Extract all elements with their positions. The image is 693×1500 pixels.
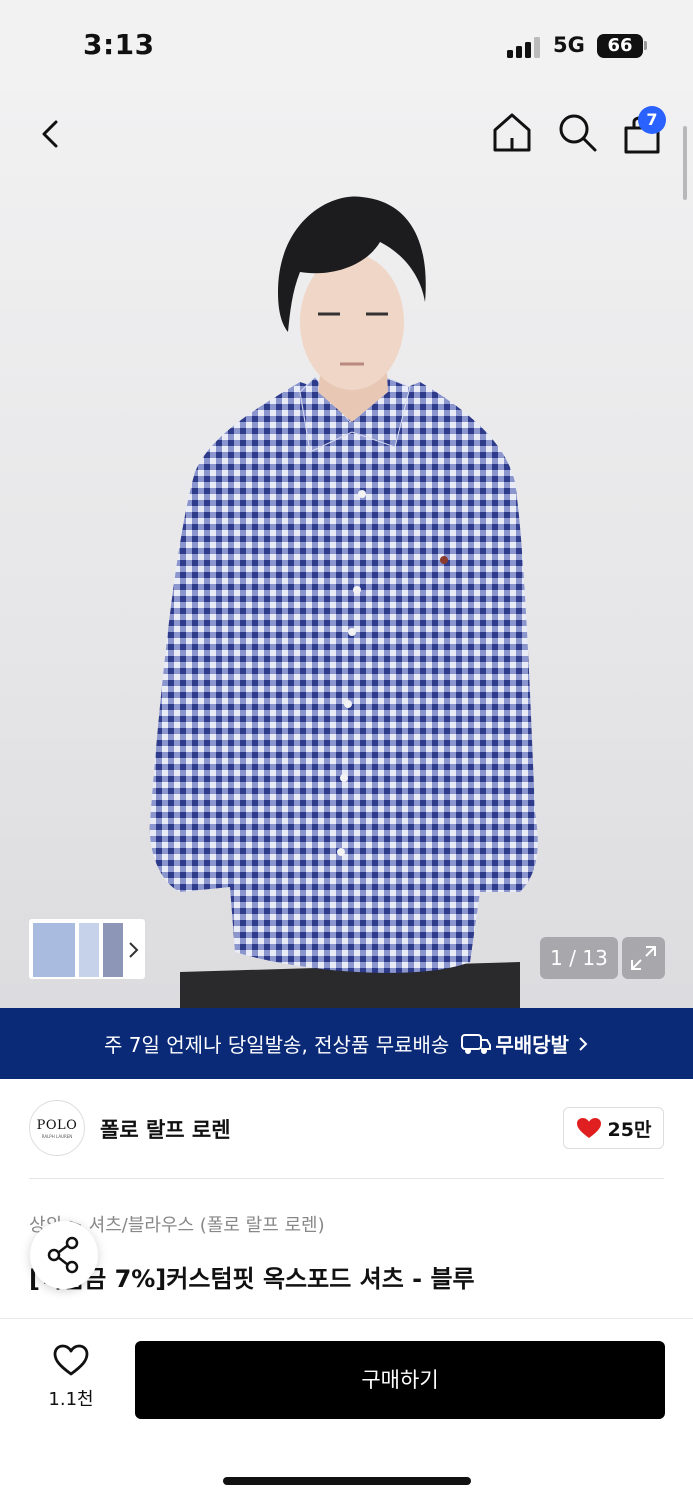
divider (29, 1178, 664, 1179)
back-icon[interactable] (32, 114, 72, 154)
battery-cap (644, 41, 647, 50)
thumbnail-2[interactable] (79, 923, 99, 977)
brand-logo-wordmark: POLO (36, 1118, 78, 1133)
share-icon (47, 1236, 79, 1274)
brand-name[interactable]: 폴로 랄프 로렌 (100, 1114, 231, 1144)
heart-filled-icon (576, 1118, 601, 1138)
brand-like-button[interactable]: 25만 (563, 1107, 664, 1149)
bottom-action-bar: 1.1천 구매하기 (0, 1318, 693, 1500)
product-photo (149, 196, 538, 1008)
thumbnail-1[interactable] (33, 923, 75, 977)
status-time: 3:13 (83, 28, 155, 61)
brand-logo[interactable]: POLO RALPH LAUREN (29, 1100, 85, 1156)
brand-logo-subtext: RALPH LAUREN (41, 1134, 73, 1139)
expand-icon (631, 946, 656, 970)
share-button[interactable] (30, 1221, 98, 1289)
search-icon[interactable] (555, 110, 599, 154)
delivery-truck-icon (461, 1033, 492, 1054)
cart-button[interactable]: 7 (618, 106, 668, 156)
chevron-right-icon (579, 1036, 588, 1051)
thumbnail-strip[interactable] (28, 918, 146, 980)
promo-text: 주 7일 언제나 당일발송, 전상품 무료배송 (104, 1033, 450, 1057)
battery-icon: 66 (597, 34, 643, 58)
heart-outline-icon (53, 1344, 89, 1376)
status-bar: 3:13 5G 66 (0, 0, 693, 92)
image-counter: 1 / 13 (540, 937, 618, 979)
wishlist-button[interactable]: 1.1천 (34, 1343, 108, 1411)
free-delivery-logo: 무배당발 (461, 1029, 569, 1058)
wishlist-count: 1.1천 (48, 1389, 94, 1410)
home-icon[interactable] (490, 110, 534, 154)
brand-row: POLO RALPH LAUREN 폴로 랄프 로렌 25만 (0, 1079, 693, 1179)
chevron-right-icon[interactable] (127, 940, 141, 960)
buy-button[interactable]: 구매하기 (135, 1341, 665, 1419)
network-label: 5G (553, 33, 585, 57)
scrollbar[interactable] (683, 126, 687, 200)
promo-logo-text: 무배당발 (495, 1033, 569, 1057)
thumbnail-3[interactable] (103, 923, 123, 977)
expand-button[interactable] (622, 937, 665, 979)
cart-count-badge: 7 (638, 106, 666, 134)
product-image-gallery[interactable]: 7 1 / 13 (0, 92, 693, 1008)
signal-icon (507, 36, 543, 58)
home-indicator[interactable] (223, 1477, 471, 1485)
brand-like-count: 25만 (607, 1118, 652, 1141)
delivery-promo-banner[interactable]: 주 7일 언제나 당일발송, 전상품 무료배송 무배당발 (0, 1008, 693, 1079)
